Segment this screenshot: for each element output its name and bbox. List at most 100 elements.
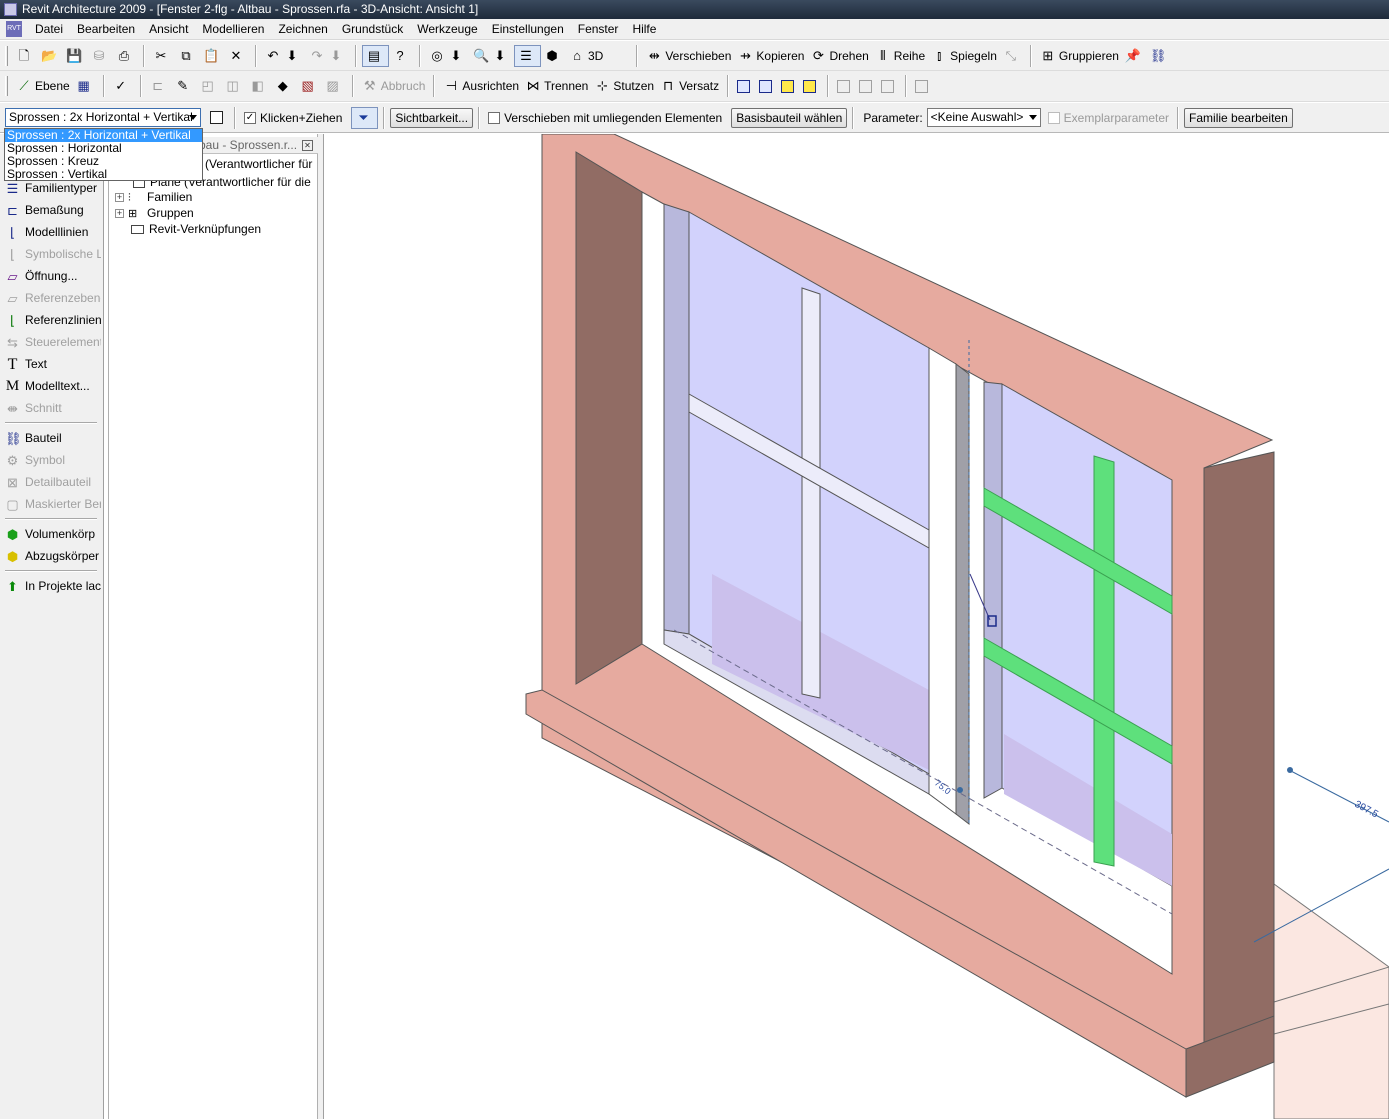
- copy-clipboard-button[interactable]: [734, 75, 756, 97]
- verschieben-umliegend-checkbox[interactable]: Verschieben mit umliegenden Elementen: [485, 107, 725, 129]
- thin-lines-button[interactable]: ☰: [514, 44, 541, 67]
- align2-button[interactable]: [856, 75, 878, 97]
- volumenkoerper-tool[interactable]: ⬢ Volumenkörp: [5, 524, 101, 544]
- redo-button[interactable]: ↷ ⬇: [306, 45, 350, 67]
- sync-button[interactable]: ⛁: [88, 45, 113, 67]
- measure-button[interactable]: [912, 75, 934, 97]
- paste-yellow-button[interactable]: [778, 75, 800, 97]
- menu-datei[interactable]: Datei: [28, 22, 70, 36]
- menu-modellieren[interactable]: Modellieren: [195, 22, 271, 36]
- chevron-down-icon[interactable]: [189, 115, 197, 120]
- type-properties-button[interactable]: [207, 107, 229, 129]
- referenzlinien-tool[interactable]: ⌊ Referenzlinien: [5, 310, 101, 330]
- group-button[interactable]: ⊞ Gruppieren: [1037, 45, 1122, 67]
- steuerelement-tool[interactable]: ⇆ Steuerelement: [5, 332, 101, 352]
- print-button[interactable]: ⎙: [113, 45, 138, 67]
- align-button[interactable]: ⊣ Ausrichten: [440, 75, 522, 97]
- type-option[interactable]: Sprossen : Horizontal: [5, 142, 202, 155]
- familientypen-tool[interactable]: ☰ Familientyper: [5, 178, 101, 198]
- new-button[interactable]: 🗋: [13, 45, 38, 67]
- chevron-down-icon[interactable]: [1028, 115, 1037, 120]
- selected-muntin-vertical[interactable]: [1093, 455, 1115, 867]
- menu-grundstueck[interactable]: Grundstück: [335, 22, 410, 36]
- paste-yellow2-button[interactable]: [800, 75, 822, 97]
- copy-props-button[interactable]: ◰: [197, 75, 222, 97]
- demolish-button[interactable]: ⚒ Abbruch: [359, 75, 429, 97]
- steering-wheel-button[interactable]: ◎ ⬇: [426, 45, 470, 67]
- checkbox-unchecked-icon[interactable]: [488, 111, 501, 124]
- trim-button[interactable]: ⊹ Stutzen: [591, 75, 657, 97]
- klicken-ziehen-checkbox[interactable]: ✓ Klicken+Ziehen: [241, 107, 345, 129]
- tree-item-revit-links[interactable]: Revit-Verknüpfungen: [131, 221, 315, 237]
- spellcheck-button[interactable]: ✓: [110, 75, 135, 97]
- type-selector[interactable]: Sprossen : 2x Horizontal + Vertikal: [5, 108, 201, 127]
- paste-aligned-button[interactable]: [756, 75, 778, 97]
- resize-button[interactable]: ⤡: [1000, 45, 1025, 67]
- document-icon[interactable]: RVT: [6, 21, 22, 37]
- level-button[interactable]: ⟋ Ebene: [13, 75, 73, 97]
- move-to-button[interactable]: [878, 75, 900, 97]
- properties-button[interactable]: ▤: [362, 44, 389, 67]
- move-button[interactable]: ⇹ Verschieben: [643, 45, 734, 67]
- link-button[interactable]: ⛓: [1147, 45, 1172, 67]
- unjoin-button[interactable]: ◧: [247, 75, 272, 97]
- open-button[interactable]: 📂: [38, 45, 63, 67]
- oeffnung-tool[interactable]: ▱ Öffnung...: [5, 266, 101, 286]
- text-tool[interactable]: T Text: [5, 354, 101, 374]
- paste-button[interactable]: 📋: [200, 45, 225, 67]
- grid-button[interactable]: ▦: [73, 75, 98, 97]
- match-type-button[interactable]: ✎: [172, 75, 197, 97]
- menu-bearbeiten[interactable]: Bearbeiten: [70, 22, 142, 36]
- rotate-button[interactable]: ⟳ Drehen: [807, 45, 871, 67]
- symbolische-linien-tool[interactable]: ⌊ Symbolische L: [5, 244, 101, 264]
- paint-button[interactable]: ◆: [272, 75, 297, 97]
- expand-plus-icon[interactable]: +: [115, 209, 124, 219]
- delete-button[interactable]: ✕: [225, 45, 250, 67]
- detailbauteil-tool[interactable]: ⊠ Detailbauteil: [5, 472, 101, 492]
- tag-button[interactable]: ⊏: [147, 75, 172, 97]
- expand-plus-icon[interactable]: +: [115, 193, 124, 203]
- copy-element-button[interactable]: ⇸ Kopieren: [734, 45, 807, 67]
- menu-hilfe[interactable]: Hilfe: [625, 22, 663, 36]
- join-button[interactable]: ◫: [222, 75, 247, 97]
- parameter-select[interactable]: <Keine Auswahl>: [926, 108, 1041, 127]
- modelllinien-tool[interactable]: ⌊ Modelllinien: [5, 222, 101, 242]
- symbol-tool[interactable]: ⚙ Symbol: [5, 450, 101, 470]
- in-projekte-laden-tool[interactable]: ⬆ In Projekte lac: [5, 576, 101, 596]
- menu-zeichnen[interactable]: Zeichnen: [271, 22, 334, 36]
- mirror-button[interactable]: ⫾ Spiegeln: [928, 45, 1000, 67]
- type-option[interactable]: Sprossen : Kreuz: [5, 155, 202, 168]
- dimension-handle-icon[interactable]: [957, 787, 963, 793]
- split-face-button[interactable]: ▧: [297, 75, 322, 97]
- type-option[interactable]: Sprossen : 2x Horizontal + Vertikal: [5, 129, 202, 142]
- toolbar-grip[interactable]: [5, 45, 8, 66]
- basisbauteil-button[interactable]: Basisbauteil wählen: [731, 107, 848, 128]
- close-icon[interactable]: ✕: [302, 140, 313, 151]
- schnitt-tool[interactable]: ⇼ Schnitt: [5, 398, 101, 418]
- type-option[interactable]: Sprossen : Vertikal: [5, 168, 202, 181]
- familie-bearbeiten-button[interactable]: Familie bearbeiten: [1184, 107, 1293, 128]
- bemassung-tool[interactable]: ⊏ Bemaßung: [5, 200, 101, 220]
- modelltext-tool[interactable]: M Modelltext...: [5, 376, 101, 396]
- tree-item-views[interactable]: (Verantwortlicher für die: [205, 156, 315, 172]
- tree-item-familien[interactable]: + ⫶ Familien: [115, 189, 315, 205]
- toolbar-grip[interactable]: [5, 76, 8, 96]
- 3d-view-canvas[interactable]: 397.5 75.0: [324, 134, 1389, 1119]
- exemplarparameter-checkbox[interactable]: Exemplarparameter: [1045, 107, 1172, 129]
- bauteil-tool[interactable]: ⛓ Bauteil: [5, 428, 101, 448]
- offset-button[interactable]: ⊓ Versatz: [657, 75, 722, 97]
- dimension-handle-icon[interactable]: [1287, 767, 1293, 773]
- referenzebene-tool[interactable]: ▱ Referenzebene: [5, 288, 102, 308]
- maskierter-bereich-tool[interactable]: ▢ Maskierter Ber: [5, 494, 101, 514]
- undo-button[interactable]: ↶ ⬇: [262, 45, 306, 67]
- menu-werkzeuge[interactable]: Werkzeuge: [410, 22, 484, 36]
- tree-item-gruppen[interactable]: + ⊞ Gruppen: [115, 205, 315, 221]
- save-button[interactable]: 💾: [63, 45, 88, 67]
- pin-button[interactable]: 📌: [1122, 45, 1147, 67]
- zoom-button[interactable]: 🔍 ⬇: [470, 45, 514, 67]
- checkbox-checked-icon[interactable]: ✓: [244, 111, 256, 124]
- help-cursor-button[interactable]: ?: [389, 45, 414, 67]
- 3d-view-button[interactable]: ⌂ 3D: [566, 45, 606, 67]
- dimension-text-large[interactable]: 397.5: [1353, 799, 1381, 821]
- sichtbarkeit-button[interactable]: Sichtbarkeit...: [390, 107, 474, 128]
